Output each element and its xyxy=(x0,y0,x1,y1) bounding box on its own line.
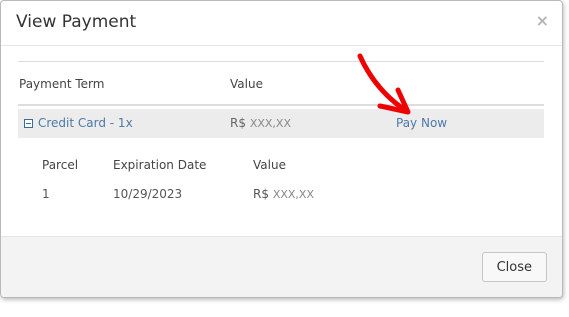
parcel-number: 1 xyxy=(42,187,50,201)
header-payment-term: Payment Term xyxy=(19,77,105,91)
modal-body: Payment Term Value Credit Card - 1x R$ X… xyxy=(1,46,562,236)
close-icon[interactable]: × xyxy=(536,11,549,30)
table-header-divider xyxy=(18,104,544,106)
modal-title: View Payment xyxy=(16,12,137,32)
header-value: Value xyxy=(230,77,263,91)
subheader-parcel: Parcel xyxy=(42,158,79,172)
modal-header: View Payment × xyxy=(1,1,562,46)
row-currency: R$ xyxy=(230,116,246,130)
row-amount: XXX,XX xyxy=(249,117,291,130)
modal-footer: Close xyxy=(1,236,562,297)
pay-now-link[interactable]: Pay Now xyxy=(396,116,447,130)
subheader-expiration-date: Expiration Date xyxy=(113,158,207,172)
row-value: R$ XXX,XX xyxy=(230,116,291,130)
close-button[interactable]: Close xyxy=(481,252,547,282)
parcel-amount: XXX,XX xyxy=(272,188,314,201)
payment-term-link[interactable]: Credit Card - 1x xyxy=(38,116,133,130)
subheader-value: Value xyxy=(253,158,286,172)
parcel-currency: R$ xyxy=(253,187,269,201)
view-payment-modal: View Payment × Payment Term Value Credit… xyxy=(0,0,563,298)
parcel-value: R$ XXX,XX xyxy=(253,187,314,201)
collapse-icon[interactable] xyxy=(24,119,33,128)
table-row: Credit Card - 1x R$ XXX,XX Pay Now xyxy=(18,109,544,138)
table-top-divider xyxy=(18,61,544,62)
expiration-date: 10/29/2023 xyxy=(113,187,183,201)
